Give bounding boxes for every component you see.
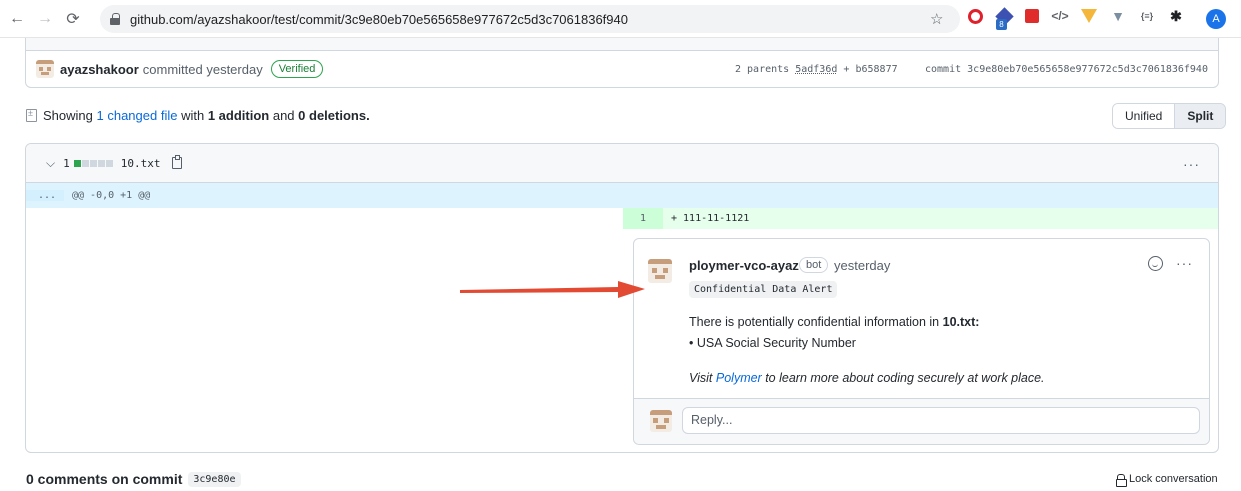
comment-footer-line: Visit Polymer to learn more about coding… [689,371,1045,385]
comment-body-line: There is potentially confidential inform… [689,315,979,329]
commit-label: commit [925,64,962,75]
body-prefix: There is potentially confidential inform… [689,315,940,329]
extension-badge: 8 [996,19,1007,30]
smiley-icon[interactable] [1148,256,1163,271]
additions-count: 1 addition [207,108,270,123]
verified-badge[interactable]: Verified [270,60,324,78]
footer-sha[interactable]: 3c9e80e [188,471,241,487]
bot-avatar[interactable] [648,259,672,283]
file-diff-icon [26,108,37,122]
arrow-shape [460,281,645,298]
added-line: 1 + 111-11-1121 [623,208,1218,229]
parent-sha-1[interactable]: 5adf36d [795,64,837,75]
address-bar[interactable]: github.com/ayazshakoor/test/commit/3c9e8… [100,5,960,33]
summary-showing: Showing [43,108,93,123]
user-avatar [650,410,672,432]
polymer-link[interactable]: Polymer [716,371,762,385]
forward-icon[interactable]: → [34,8,56,30]
file-options-icon[interactable]: ··· [1183,156,1200,172]
json-icon[interactable]: {≡} [1139,8,1155,24]
profile-avatar[interactable]: A [1206,9,1226,29]
file-name[interactable]: 10.txt [121,157,161,170]
comment-bullet: • USA Social Security Number [689,336,856,350]
commit-message-box [25,38,1219,50]
back-icon[interactable]: ← [6,8,28,30]
lock-icon[interactable] [110,13,120,25]
url-text[interactable]: github.com/ayazshakoor/test/commit/3c9e8… [130,12,628,27]
diffstat-block [97,159,105,167]
diffstat [73,159,113,167]
line-code: + 111-11-1121 [671,213,750,224]
author-avatar[interactable] [36,60,54,78]
diffstat-block [89,159,97,167]
split-button[interactable]: Split [1174,104,1226,128]
reload-icon[interactable]: ⟳ [62,8,84,30]
file-header: ⌵ 1 10.txt ··· [26,144,1218,183]
body-file: 10.txt: [942,315,980,329]
code-icon[interactable]: </> [1051,8,1068,24]
bot-badge: bot [799,257,829,273]
line-number[interactable]: 1 [623,208,663,229]
opera-icon[interactable] [968,8,983,24]
comments-heading: 0 comments on commit 3c9e80e [26,471,241,487]
expand-hunk-button[interactable]: ... [26,190,64,201]
parents-info: 2 parents 5adf36d + b658877 [735,64,898,75]
review-comment: ploymer-vco-ayaz bot yesterday ··· Confi… [633,238,1210,445]
diffstat-block [81,159,89,167]
commit-sha: commit 3c9e80eb70e565658e977672c5d3c7061… [925,64,1208,75]
annotation-arrow-icon [460,281,645,298]
summary-and: and [272,108,295,123]
author-link[interactable]: ayazshakoor [60,62,139,77]
parents-label: 2 parents [735,64,790,75]
bookmark-star-icon[interactable]: ☆ [930,10,943,28]
comment-options-icon[interactable]: ··· [1176,255,1193,271]
diffstat-block [73,159,81,167]
comment-time[interactable]: yesterday [834,258,890,273]
commit-sha-value: 3c9e80eb70e565658e977672c5d3c7061836f940 [967,64,1208,75]
parents-plus: + [843,64,850,75]
changes-count: 1 [63,156,70,170]
lock-conversation-button[interactable]: Lock conversation [1116,473,1218,487]
hunk-header: ... @@ -0,0 +1 @@ [26,183,1218,208]
lock-conversation-label: Lock conversation [1129,473,1218,485]
comments-title: 0 comments on commit [26,471,183,487]
alert-code-tag: Confidential Data Alert [689,281,838,298]
chevron-down-icon[interactable]: ⌵ [46,156,55,171]
triangle-extension-icon[interactable] [1081,8,1097,24]
diffstat-block [105,159,113,167]
comment-author[interactable]: ploymer-vco-ayaz [689,258,799,273]
v-extension-icon[interactable]: ▼ [1110,8,1126,24]
hunk-text: @@ -0,0 +1 @@ [72,190,151,201]
puzzle-icon[interactable]: ✱ [1168,8,1184,24]
rest-text: to learn more about coding securely at w… [765,371,1045,385]
reply-input[interactable]: Reply... [682,407,1200,434]
copy-path-icon[interactable] [172,155,183,169]
lock-icon [1116,473,1127,487]
visit-text: Visit [689,371,713,385]
summary-with: with [181,108,205,123]
diff-summary: Showing 1 changed file with 1 addition a… [26,108,370,123]
diff-view-toggle: Unified Split [1112,103,1227,129]
deletions-count: 0 deletions. [298,108,370,123]
unified-button[interactable]: Unified [1113,104,1175,128]
red-extension-icon[interactable] [1025,9,1039,23]
committed-time: committed yesterday [142,61,263,77]
reply-bar: Reply... [634,398,1209,444]
parent-sha-2[interactable]: b658877 [855,64,897,75]
changed-files-link[interactable]: 1 changed file [97,108,178,123]
